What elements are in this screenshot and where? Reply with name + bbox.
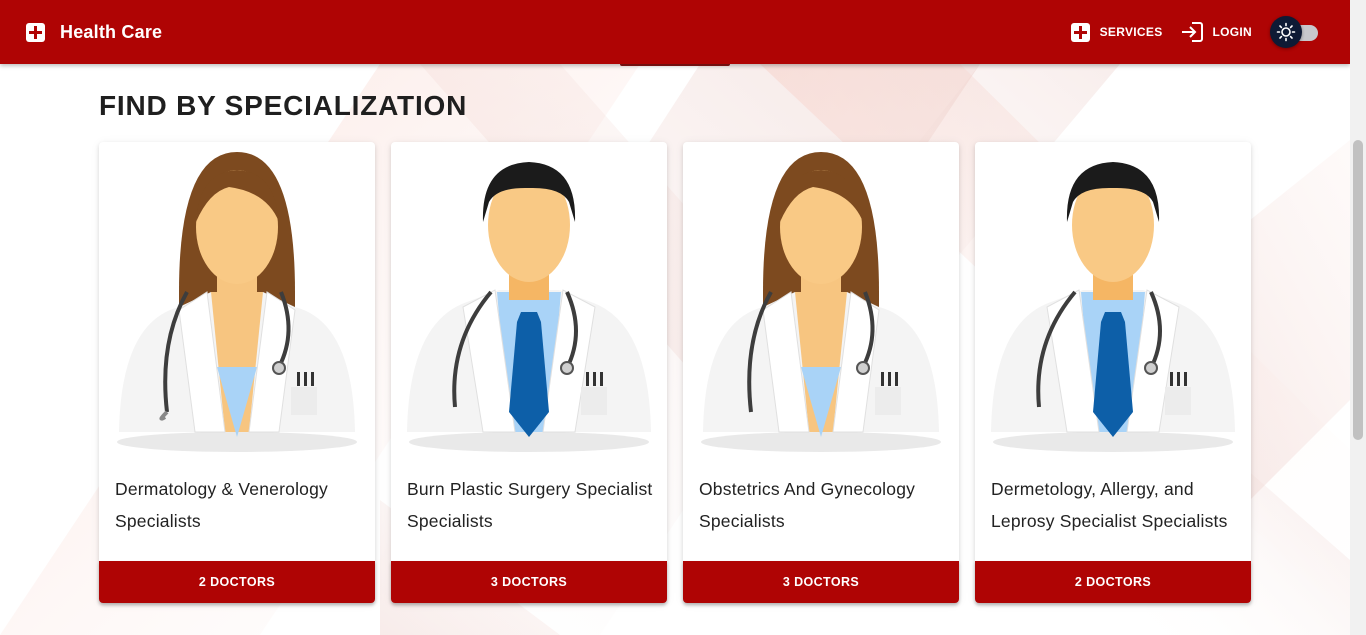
nav-bar: SERVICES LOGIN: [1070, 0, 1318, 64]
login-label: LOGIN: [1212, 25, 1252, 39]
male-doctor-avatar: [975, 142, 1251, 452]
toggle-knob: [1270, 16, 1302, 48]
doctors-count-button[interactable]: 2 DOCTORS: [99, 561, 375, 603]
theme-toggle[interactable]: [1270, 16, 1318, 48]
section-title: FIND BY SPECIALIZATION: [99, 90, 468, 121]
specialization-card[interactable]: Dermetology, Allergy, and Leprosy Specia…: [975, 142, 1251, 603]
scrollbar-thumb[interactable]: [1353, 140, 1363, 440]
medical-cross-icon: [1070, 22, 1090, 42]
login-icon: [1181, 22, 1203, 42]
services-label: SERVICES: [1099, 25, 1163, 39]
female-doctor-avatar: [683, 142, 959, 452]
doctors-count-button[interactable]: 3 DOCTORS: [391, 561, 667, 603]
specialization-name: Burn Plastic Surgery Specialist Speciali…: [407, 479, 653, 531]
doctors-count-button[interactable]: 3 DOCTORS: [683, 561, 959, 603]
specialization-card[interactable]: Obstetrics And Gynecology Specialists 3 …: [683, 142, 959, 603]
specialization-name: Dermetology, Allergy, and Leprosy Specia…: [991, 479, 1228, 531]
brand-title: Health Care: [60, 21, 163, 42]
doctors-count-button[interactable]: 2 DOCTORS: [975, 561, 1251, 603]
app-bar: Health Care SERVICES LOGIN: [0, 0, 1350, 64]
specialization-name: Obstetrics And Gynecology Specialists: [699, 479, 916, 531]
specialization-card[interactable]: Burn Plastic Surgery Specialist Speciali…: [391, 142, 667, 603]
specialization-name: Dermatology & Venerology Specialists: [115, 479, 328, 531]
scrollbar[interactable]: [1350, 0, 1366, 635]
login-button[interactable]: LOGIN: [1181, 22, 1253, 42]
brand-link[interactable]: Health Care: [26, 22, 162, 43]
sun-icon: [1276, 22, 1296, 42]
male-doctor-avatar: [391, 142, 667, 452]
specialization-card[interactable]: Dermatology & Venerology Specialists 2 D…: [99, 142, 375, 603]
medical-cross-icon: [26, 22, 45, 42]
services-button[interactable]: SERVICES: [1070, 22, 1163, 42]
female-doctor-avatar: [99, 142, 375, 452]
